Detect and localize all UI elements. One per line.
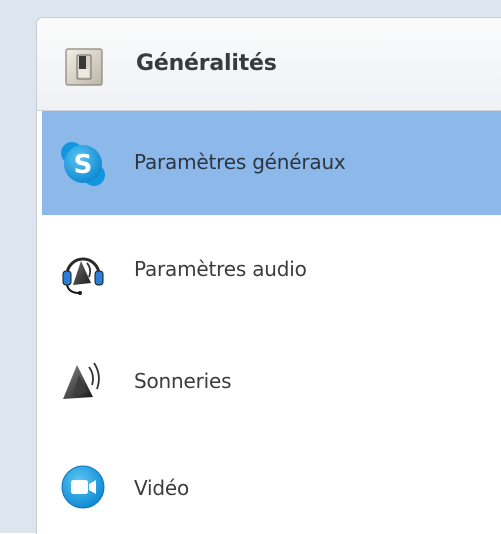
light-switch-icon [64, 47, 104, 87]
sidebar-item-audio-settings[interactable]: Paramètres audio [42, 215, 501, 319]
skype-icon: S [59, 140, 107, 188]
sidebar-item-ringtones[interactable]: Sonneries [42, 319, 501, 423]
sidebar-item-label: Paramètres généraux [134, 150, 346, 174]
section-title: Généralités [136, 51, 277, 76]
sidebar-item-label: Vidéo [134, 476, 190, 500]
sidebar-item-general-settings[interactable]: S Paramètres généraux [42, 111, 501, 215]
svg-text:S: S [74, 150, 93, 180]
speaker-icon [59, 357, 107, 405]
sidebar-item-label: Sonneries [134, 369, 232, 393]
sidebar-item-label: Paramètres audio [134, 257, 307, 281]
options-sidebar: Généralités S Paramètres généraux Paramè… [36, 17, 501, 534]
window-background: Généralités S Paramètres généraux Paramè… [0, 0, 501, 534]
section-header-general[interactable]: Généralités [37, 18, 501, 111]
sidebar-item-video[interactable]: Vidéo [42, 423, 501, 527]
headset-speaker-icon [59, 247, 107, 295]
video-camera-icon [59, 463, 107, 511]
